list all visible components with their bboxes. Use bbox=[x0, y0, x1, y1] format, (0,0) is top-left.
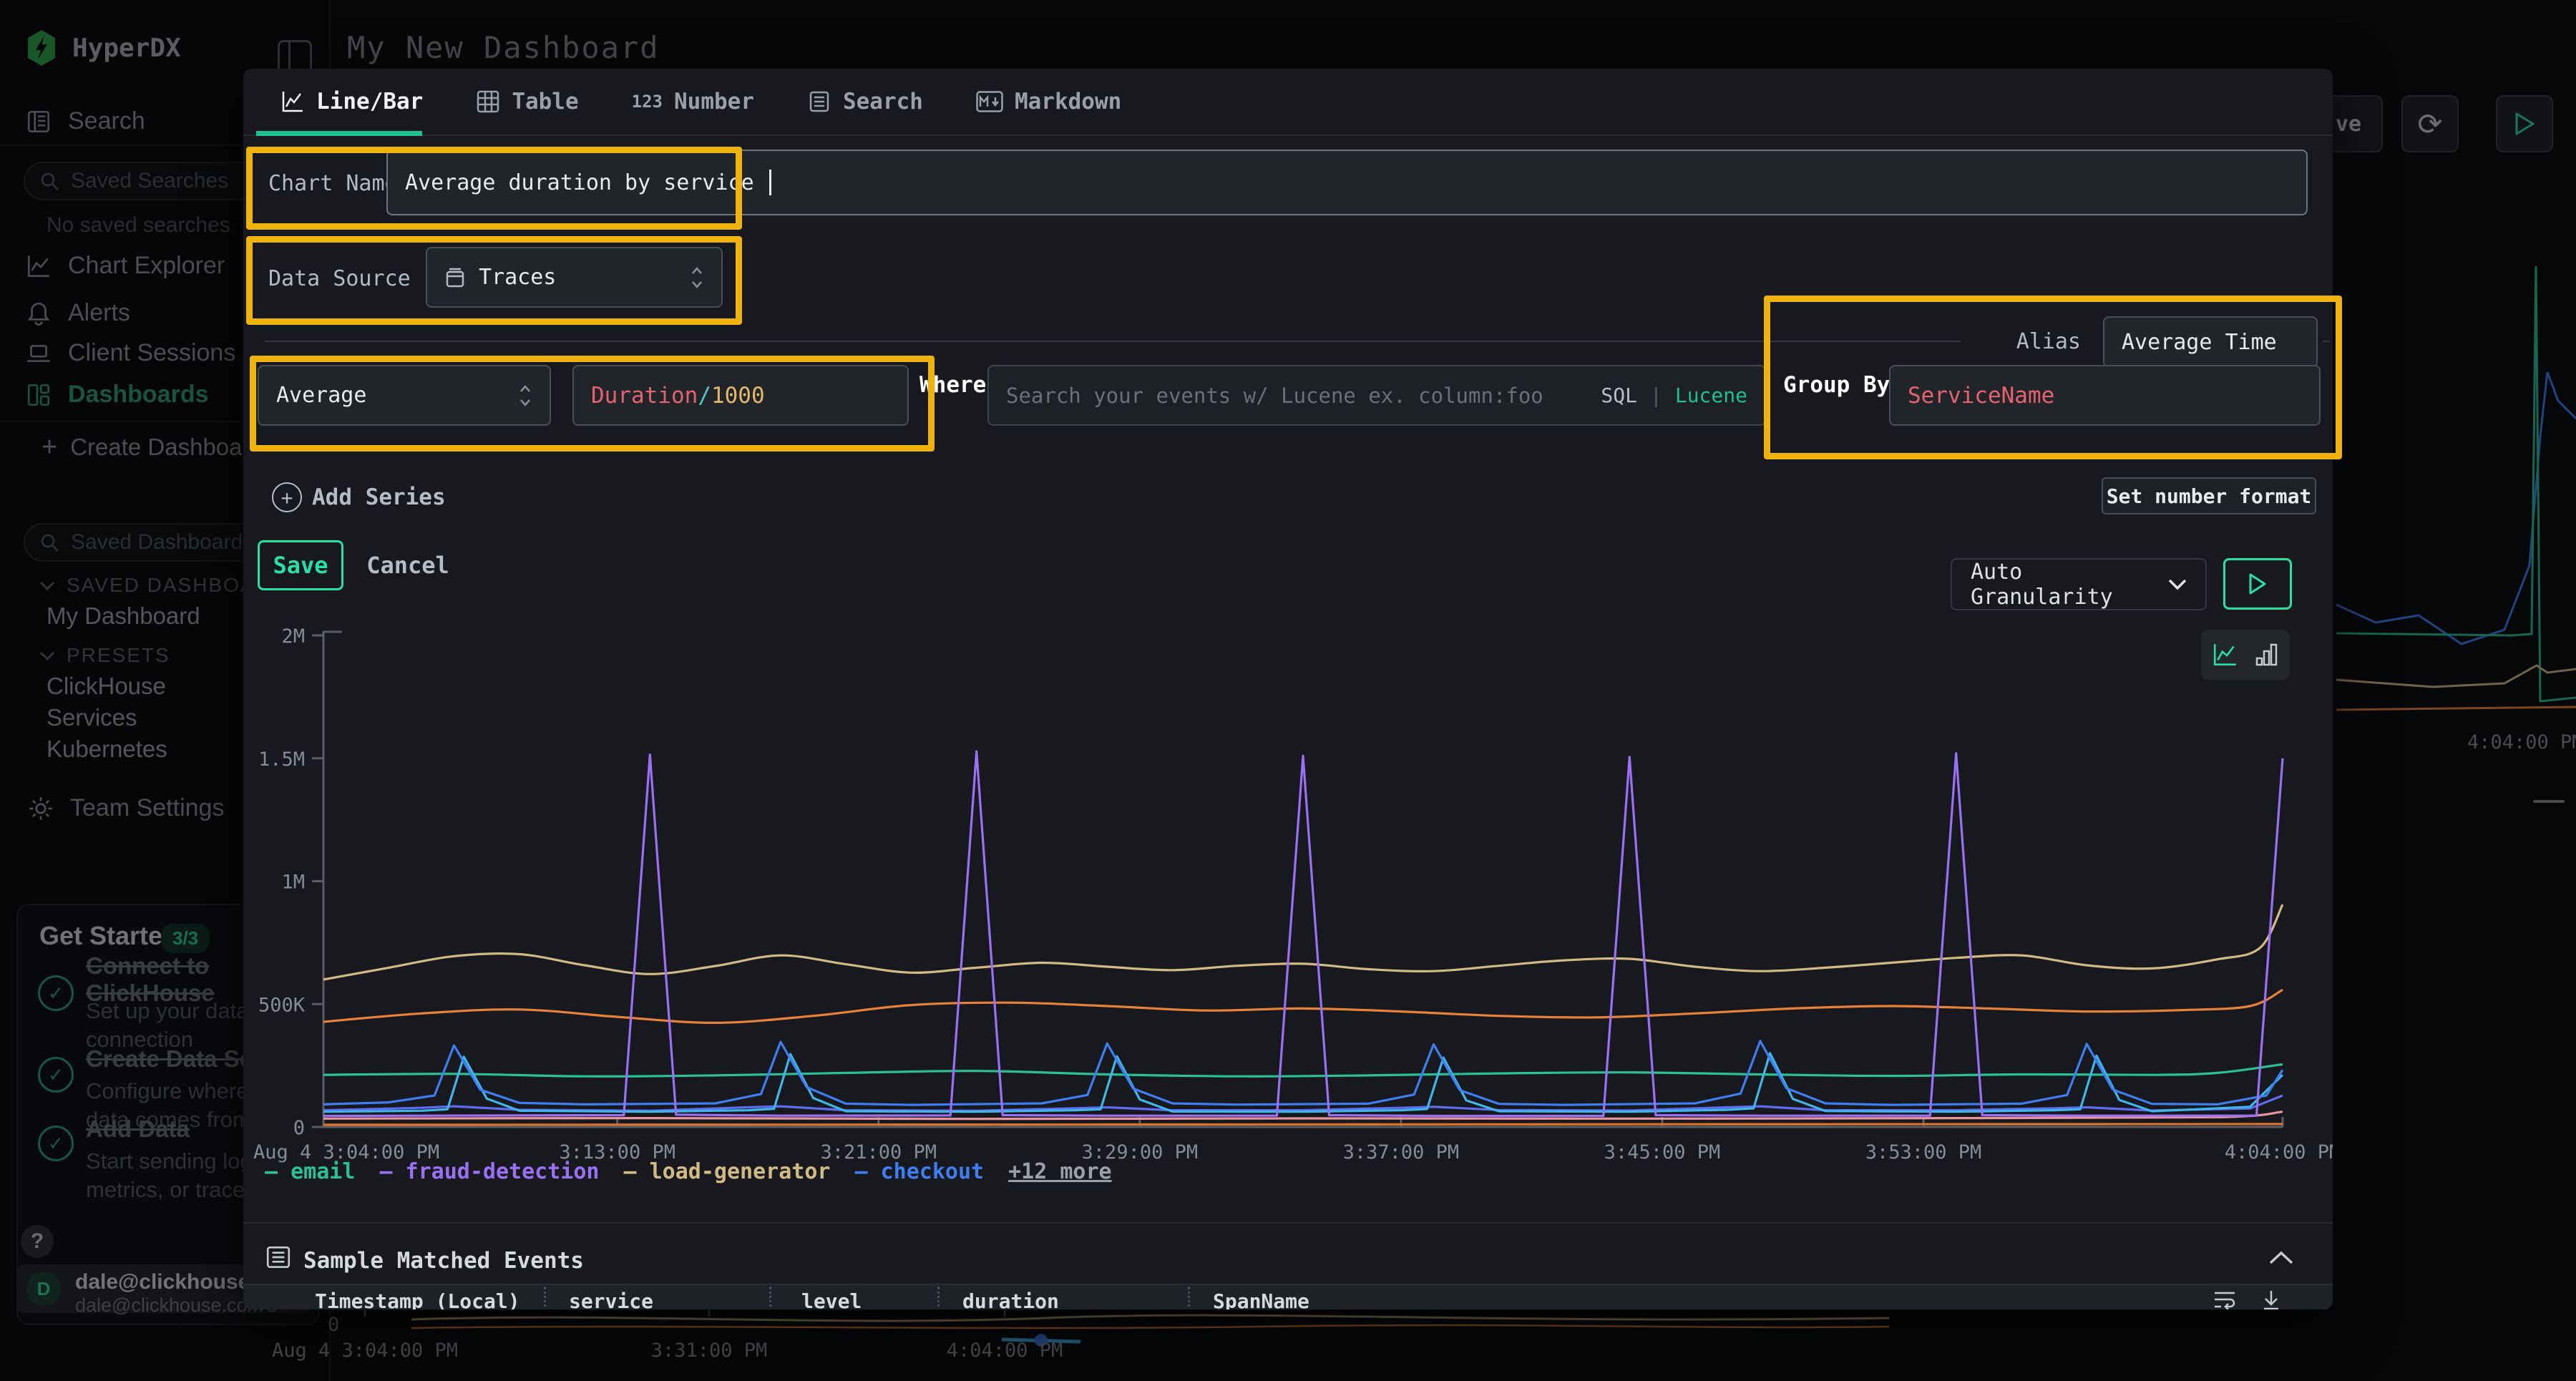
list-doc-icon bbox=[807, 89, 831, 114]
download-icon[interactable] bbox=[2261, 1289, 2281, 1309]
alias-label: Alias bbox=[1966, 329, 2081, 354]
granularity-select[interactable]: Auto Granularity bbox=[1951, 558, 2207, 610]
legend-item[interactable]: — fraud-detection bbox=[379, 1159, 599, 1184]
divider bbox=[243, 1222, 2333, 1224]
table-icon bbox=[476, 89, 500, 114]
tab-label: Number bbox=[674, 89, 754, 114]
wrap-text-icon[interactable] bbox=[2212, 1289, 2237, 1309]
legend-item[interactable]: — email bbox=[265, 1159, 355, 1184]
duration-chart: 0500K1M1.5M2MAug 4 3:04:00 PM3:13:00 PM3… bbox=[258, 623, 2290, 1166]
where-placeholder: Search your events w/ Lucene ex. column:… bbox=[1006, 384, 1543, 408]
cancel-button[interactable]: Cancel bbox=[361, 540, 454, 590]
legend-item[interactable]: — checkout bbox=[854, 1159, 984, 1184]
svg-text:0: 0 bbox=[293, 1117, 305, 1139]
tab-label: Table bbox=[512, 89, 578, 114]
line-chart-icon bbox=[280, 89, 305, 114]
select-chevrons-icon bbox=[690, 265, 704, 291]
svg-text:1.5M: 1.5M bbox=[258, 748, 305, 771]
aggregation-value: Average bbox=[276, 383, 366, 408]
series-group-border bbox=[2323, 341, 2330, 342]
group-by-input[interactable]: ServiceName bbox=[1889, 365, 2321, 426]
tab-table[interactable]: Table bbox=[476, 89, 578, 114]
select-chevrons-icon bbox=[518, 383, 532, 409]
alias-input[interactable]: Average Time bbox=[2103, 316, 2318, 368]
markdown-icon bbox=[976, 91, 1003, 112]
sql-toggle[interactable]: SQL bbox=[1601, 384, 1637, 407]
save-button[interactable]: Save bbox=[258, 540, 343, 590]
expression-number: 1000 bbox=[711, 383, 765, 409]
svg-text:500K: 500K bbox=[258, 994, 306, 1016]
text-cursor bbox=[769, 170, 771, 195]
run-query-button[interactable] bbox=[2223, 558, 2292, 610]
data-source-select[interactable]: Traces bbox=[426, 247, 723, 308]
data-source-label: Data Source bbox=[268, 266, 411, 291]
data-source-value: Traces bbox=[479, 265, 556, 290]
column-header[interactable]: SpanName bbox=[1213, 1289, 1309, 1309]
expression-field: Duration bbox=[591, 383, 698, 409]
cancel-label: Cancel bbox=[366, 552, 449, 579]
where-input[interactable]: Search your events w/ Lucene ex. column:… bbox=[987, 365, 1766, 426]
collapse-chevron-up-icon[interactable] bbox=[2268, 1251, 2294, 1265]
svg-text:2M: 2M bbox=[281, 625, 305, 648]
tab-label: Search bbox=[843, 89, 923, 114]
lucene-toggle[interactable]: Lucene bbox=[1675, 384, 1747, 407]
svg-text:3:45:00 PM: 3:45:00 PM bbox=[1604, 1141, 1721, 1163]
column-resizer[interactable] bbox=[544, 1287, 546, 1309]
expression-input[interactable]: Duration/1000 bbox=[572, 365, 909, 426]
sample-events-title: Sample Matched Events bbox=[303, 1248, 584, 1274]
chart-legend: — email — fraud-detection — load-generator… bbox=[265, 1159, 1112, 1184]
aggregation-select[interactable]: Average bbox=[258, 365, 551, 426]
tab-markdown[interactable]: Markdown bbox=[976, 89, 1121, 114]
toggle-divider: | bbox=[1650, 384, 1662, 407]
tab-label: Line/Bar bbox=[316, 89, 423, 114]
granularity-value: Auto Granularity bbox=[1971, 560, 2131, 610]
set-number-format-button[interactable]: Set number format bbox=[2102, 477, 2316, 514]
add-series-button[interactable]: + Add Series bbox=[272, 482, 446, 512]
group-by-value: ServiceName bbox=[1908, 383, 2054, 409]
svg-text:4:04:00 PM: 4:04:00 PM bbox=[2225, 1141, 2333, 1163]
column-header[interactable]: service bbox=[569, 1289, 653, 1309]
column-resizer[interactable] bbox=[1188, 1287, 1190, 1309]
svg-text:1M: 1M bbox=[281, 872, 305, 894]
column-header[interactable]: Timestamp (Local) bbox=[315, 1289, 520, 1309]
tab-number[interactable]: 123 Number bbox=[632, 89, 754, 114]
active-tab-indicator bbox=[256, 131, 422, 136]
where-label: Where bbox=[919, 372, 986, 398]
expression-operator: / bbox=[698, 383, 711, 409]
events-table-header: Timestamp (Local) service level duration… bbox=[243, 1284, 2333, 1309]
number-123-icon: 123 bbox=[632, 92, 663, 112]
legend-item[interactable]: — load-generator bbox=[623, 1159, 830, 1184]
database-icon bbox=[444, 266, 466, 289]
svg-text:3:53:00 PM: 3:53:00 PM bbox=[1865, 1141, 1982, 1163]
edit-chart-modal: Line/Bar Table 123 Number Search bbox=[243, 69, 2333, 1309]
chart-name-input[interactable]: Average duration by service bbox=[386, 150, 2308, 215]
column-header[interactable]: duration bbox=[962, 1289, 1059, 1309]
legend-more-link[interactable]: +12 more bbox=[1008, 1159, 1112, 1184]
svg-text:3:37:00 PM: 3:37:00 PM bbox=[1343, 1141, 1460, 1163]
save-label: Save bbox=[273, 552, 328, 579]
chevron-down-icon bbox=[2168, 579, 2187, 590]
tab-line-bar[interactable]: Line/Bar bbox=[280, 89, 423, 114]
chart-name-label: Chart Name bbox=[268, 171, 398, 196]
play-icon bbox=[2248, 573, 2267, 595]
tab-search[interactable]: Search bbox=[807, 89, 923, 114]
column-resizer[interactable] bbox=[937, 1287, 940, 1309]
app-root: HyperDX Search Saved Searches No saved s… bbox=[0, 0, 2576, 1381]
column-resizer[interactable] bbox=[769, 1287, 771, 1309]
plus-circle-icon: + bbox=[272, 482, 302, 512]
column-header[interactable]: level bbox=[801, 1289, 862, 1309]
add-series-label: Add Series bbox=[312, 484, 446, 510]
tab-label: Markdown bbox=[1015, 89, 1121, 114]
chart-name-value: Average duration by service bbox=[405, 170, 754, 195]
set-number-format-label: Set number format bbox=[2107, 484, 2312, 508]
series-group-border bbox=[265, 341, 1961, 342]
chart-type-tabs: Line/Bar Table 123 Number Search bbox=[243, 69, 2333, 136]
events-list-icon bbox=[265, 1244, 292, 1271]
group-by-label: Group By bbox=[1783, 372, 1890, 398]
alias-value: Average Time bbox=[2122, 330, 2277, 355]
